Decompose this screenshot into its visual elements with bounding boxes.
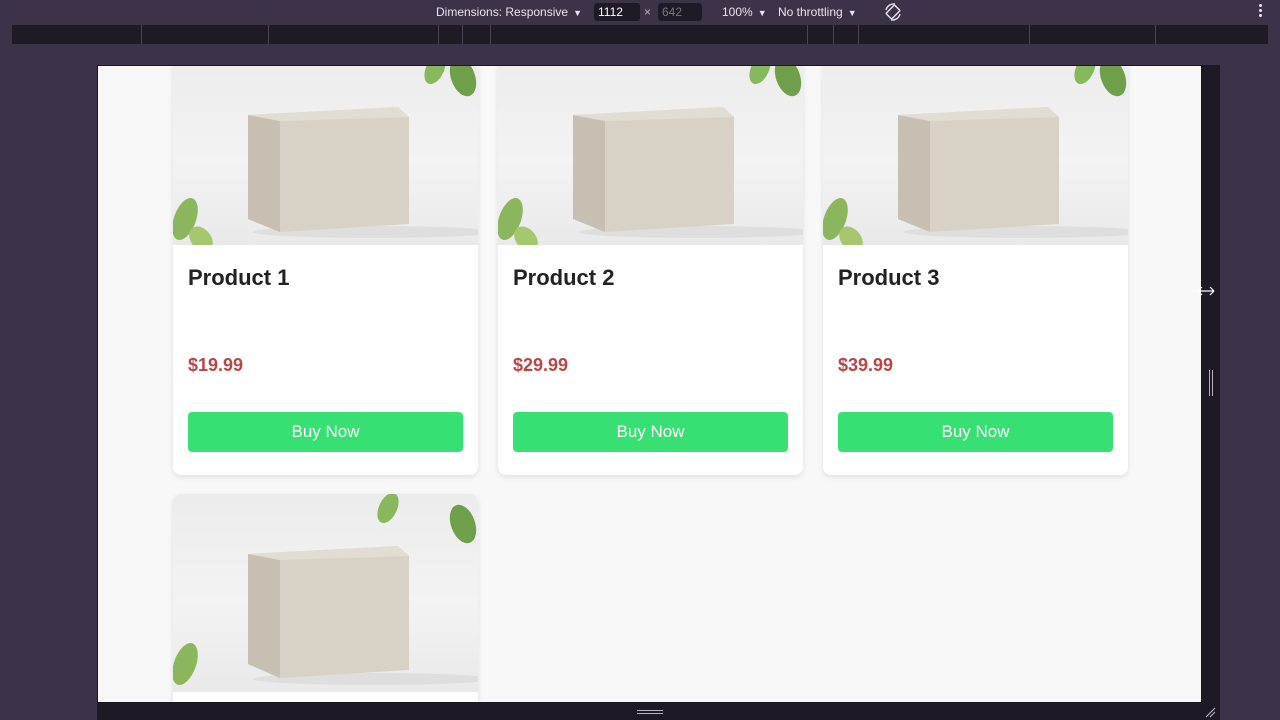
- ruler-tick: [141, 25, 142, 44]
- ruler-tick: [807, 25, 808, 44]
- resize-handle-icon[interactable]: [1204, 706, 1216, 718]
- zoom-dropdown[interactable]: 100% ▼: [722, 0, 767, 24]
- product-price: $29.99: [513, 355, 569, 375]
- width-input[interactable]: 1112: [594, 3, 640, 21]
- rotate-icon[interactable]: [883, 2, 903, 22]
- ruler-tick: [268, 25, 269, 44]
- dimensions-label: Dimensions: Responsive: [436, 5, 569, 19]
- chevron-down-icon: ▼: [573, 8, 582, 18]
- product-title: Product 1: [188, 265, 290, 290]
- ruler-tick: [833, 25, 834, 44]
- product-card: Product 2 $29.99 Buy Now: [498, 66, 803, 475]
- product-card: Product 1 $19.99 Buy Now: [173, 66, 478, 475]
- product-price: $39.99: [838, 355, 894, 375]
- product-card: [173, 494, 478, 702]
- chevron-down-icon: ▼: [847, 8, 857, 18]
- product-price: $19.99: [188, 355, 244, 375]
- resize-grip[interactable]: [637, 710, 663, 711]
- ruler-tick: [490, 25, 491, 44]
- product-image: [173, 494, 478, 692]
- throttling-label: No throttling: [778, 5, 843, 19]
- resize-grip[interactable]: [637, 713, 663, 714]
- resize-horizontal-icon: [1197, 286, 1215, 296]
- product-card: Product 3 $39.99 Buy Now: [823, 66, 1128, 475]
- media-query-ruler[interactable]: [12, 25, 1268, 44]
- ruler-tick: [858, 25, 859, 44]
- ruler-tick: [438, 25, 439, 44]
- viewport-resize-bar[interactable]: [1197, 65, 1220, 703]
- ruler-tick: [1155, 25, 1156, 44]
- more-options-icon[interactable]: [1259, 4, 1263, 20]
- throttling-dropdown[interactable]: No throttling ▼: [778, 0, 857, 24]
- chevron-down-icon: ▼: [757, 8, 767, 18]
- product-image: [173, 66, 478, 245]
- page-viewport: Product 1 $19.99 Buy Now Product 2 $29.9…: [97, 65, 1202, 703]
- product-title: Product 2: [513, 265, 615, 290]
- device-toolbar: Dimensions: Responsive ▼ 1112 × 642 100% ▼…: [0, 0, 1280, 25]
- buy-now-button[interactable]: Buy Now: [513, 412, 788, 452]
- viewport-bottom-bar[interactable]: [97, 703, 1220, 720]
- product-image: [498, 66, 803, 245]
- resize-grip[interactable]: [1212, 370, 1213, 396]
- height-input[interactable]: 642: [658, 3, 702, 21]
- dimension-separator: ×: [644, 5, 652, 19]
- buy-now-button[interactable]: Buy Now: [838, 412, 1113, 452]
- buy-now-button[interactable]: Buy Now: [188, 412, 463, 452]
- product-title: Product 3: [838, 265, 940, 290]
- dimensions-dropdown[interactable]: Dimensions: Responsive ▼: [436, 0, 582, 24]
- resize-grip[interactable]: [1209, 370, 1210, 396]
- product-image: [823, 66, 1128, 245]
- zoom-label: 100%: [722, 5, 753, 19]
- ruler-tick: [462, 25, 463, 44]
- ruler-tick: [1029, 25, 1030, 44]
